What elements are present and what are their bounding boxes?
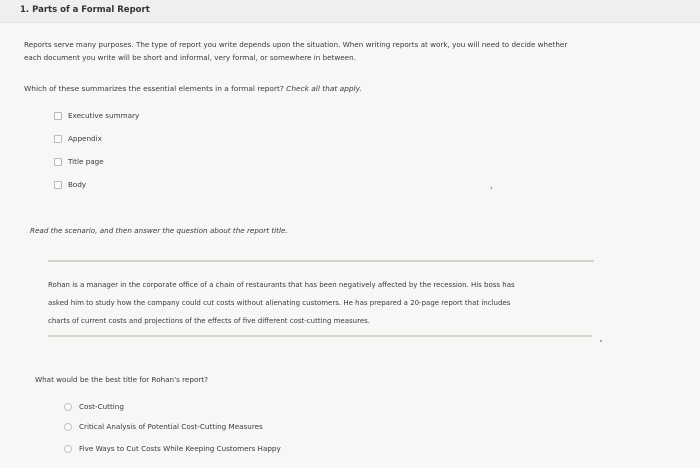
checkbox[interactable]	[54, 134, 62, 143]
intro-line-2: each document you write will be short an…	[24, 53, 356, 62]
radio-option-cost-cutting[interactable]: Cost-Cutting	[64, 402, 124, 411]
question-1-prompt: Which of these summarizes the essential …	[24, 84, 362, 93]
radio-button[interactable]	[64, 422, 72, 431]
question-1-text: Which of these summarizes the essential …	[24, 84, 284, 93]
option-label: Critical Analysis of Potential Cost-Cutt…	[79, 422, 263, 431]
scenario-instructions: Read the scenario, and then answer the q…	[30, 226, 288, 235]
checkbox-option-executive-summary[interactable]: Executive summary	[54, 111, 139, 120]
radio-button[interactable]	[64, 444, 72, 453]
checkbox-option-body[interactable]: Body	[54, 180, 86, 189]
intro-paragraph: Reports serve many purposes. The type of…	[24, 38, 664, 64]
option-label: Executive summary	[68, 111, 140, 120]
stray-mark	[600, 340, 602, 342]
checkbox-option-title-page[interactable]: Title page	[54, 157, 104, 166]
scenario-paragraph: Rohan is a manager in the corporate offi…	[48, 276, 608, 330]
checkbox[interactable]	[54, 157, 62, 166]
divider-top	[48, 260, 594, 262]
divider-bottom	[48, 335, 592, 337]
option-label: Title page	[68, 157, 104, 166]
radio-option-five-ways[interactable]: Five Ways to Cut Costs While Keeping Cus…	[64, 444, 281, 453]
radio-button[interactable]	[64, 402, 72, 411]
question-2-prompt: What would be the best title for Rohan's…	[35, 375, 208, 384]
option-label: Cost-Cutting	[79, 402, 124, 411]
checkbox[interactable]	[54, 180, 62, 189]
checkbox-option-appendix[interactable]: Appendix	[54, 134, 102, 143]
radio-option-critical-analysis[interactable]: Critical Analysis of Potential Cost-Cutt…	[64, 422, 263, 431]
option-label: Five Ways to Cut Costs While Keeping Cus…	[79, 444, 281, 453]
option-label: Body	[68, 180, 87, 189]
intro-line-1: Reports serve many purposes. The type of…	[24, 40, 568, 49]
scenario-line-2: asked him to study how the company could…	[48, 299, 511, 307]
checkbox[interactable]	[54, 111, 62, 120]
option-label: Appendix	[68, 134, 102, 143]
scenario-line-1: Rohan is a manager in the corporate offi…	[48, 281, 515, 289]
question-header: 1. Parts of a Formal Report	[0, 0, 700, 23]
question-title: 1. Parts of a Formal Report	[20, 5, 150, 15]
scenario-line-3: charts of current costs and projections …	[48, 317, 371, 325]
cursor-mark: ›	[490, 184, 493, 192]
question-1-hint: Check all that apply.	[286, 84, 362, 93]
